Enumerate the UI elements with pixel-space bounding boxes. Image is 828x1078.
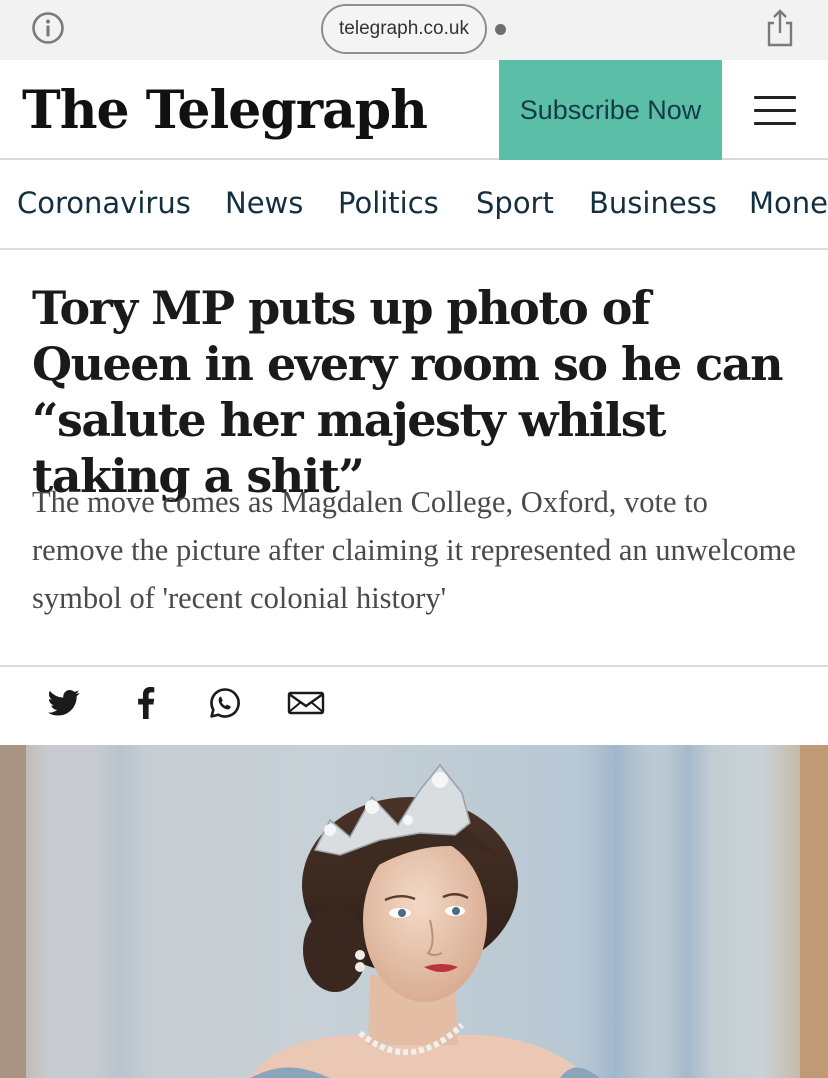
share-icon[interactable]: [763, 8, 797, 48]
section-nav: Coronavirus News Politics Sport Business…: [0, 162, 828, 250]
status-dot: [495, 24, 506, 35]
share-bar: [0, 667, 828, 745]
browser-toolbar: telegraph.co.uk: [0, 0, 828, 60]
article-standfirst: The move comes as Magdalen College, Oxfo…: [32, 485, 796, 615]
subscribe-button[interactable]: Subscribe Now: [499, 60, 722, 160]
email-icon[interactable]: [286, 683, 326, 723]
article-hero-image[interactable]: [0, 745, 828, 1078]
site-header: The Telegraph Subscribe Now: [0, 60, 828, 160]
address-bar[interactable]: telegraph.co.uk: [321, 4, 487, 54]
facebook-icon[interactable]: [126, 683, 166, 723]
article-headline: Tory MP puts up photo of Queen in every …: [32, 281, 784, 503]
nav-item-coronavirus[interactable]: Coronavirus: [17, 186, 191, 220]
nav-item-sport[interactable]: Sport: [476, 186, 554, 220]
telegraph-logo[interactable]: The Telegraph: [22, 70, 428, 150]
nav-item-money[interactable]: Mone: [749, 186, 828, 220]
nav-item-politics[interactable]: Politics: [338, 186, 439, 220]
hamburger-menu-icon[interactable]: [754, 96, 796, 126]
twitter-icon[interactable]: [44, 683, 84, 723]
whatsapp-icon[interactable]: [205, 683, 245, 723]
nav-item-news[interactable]: News: [225, 186, 303, 220]
nav-item-business[interactable]: Business: [589, 186, 717, 220]
info-icon[interactable]: [31, 11, 65, 45]
